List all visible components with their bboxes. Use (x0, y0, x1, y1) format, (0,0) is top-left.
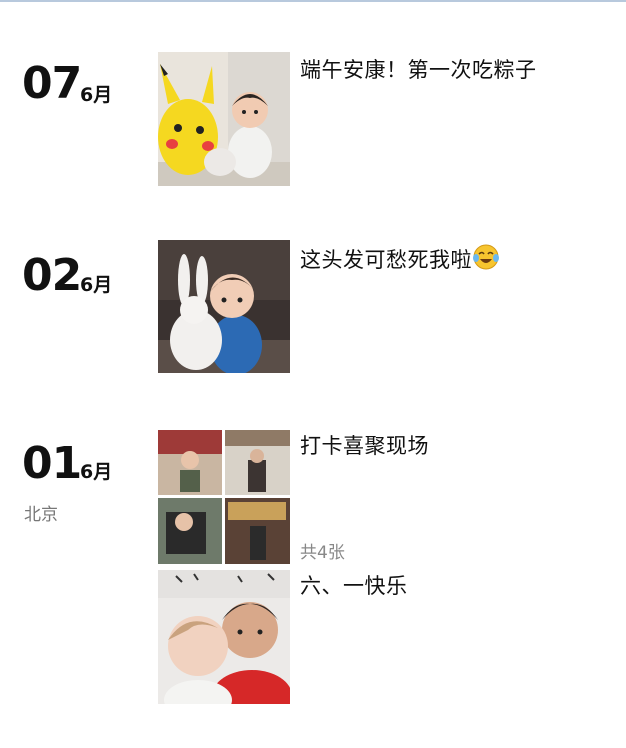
photo-grid-thumbnail[interactable] (158, 430, 290, 564)
baby-with-pikachu-photo[interactable] (158, 52, 290, 186)
top-divider (0, 0, 626, 2)
post-caption-row: 这头发可愁死我啦 (300, 243, 500, 275)
post-month: 6月 (80, 84, 113, 106)
post-caption: 六、一快乐 (300, 574, 408, 598)
post-day: 01 (22, 438, 82, 489)
laughing-crying-emoji-icon (473, 244, 499, 270)
post-caption: 这头发可愁死我啦 (300, 248, 472, 272)
post-month: 6月 (80, 461, 113, 483)
post-day: 07 (22, 58, 82, 109)
baby-with-plush-bunny-photo[interactable] (158, 240, 290, 373)
photo-count: 共4张 (300, 543, 345, 563)
post-caption: 端午安康！第一次吃粽子 (300, 58, 537, 82)
post-caption: 打卡喜聚现场 (300, 434, 429, 458)
post-month: 6月 (80, 274, 113, 296)
father-and-baby-photo[interactable] (158, 570, 290, 704)
post-day: 02 (22, 250, 82, 301)
post-location: 北京 (24, 505, 58, 525)
